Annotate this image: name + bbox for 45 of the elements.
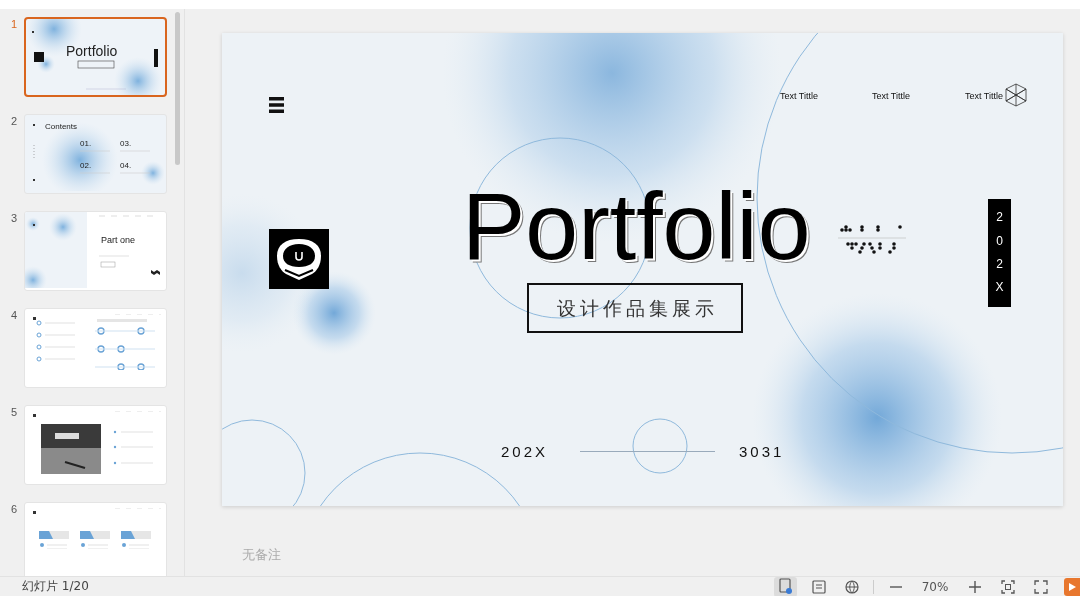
play-button[interactable] — [1064, 577, 1080, 596]
thumbnail-heading: Contents — [45, 123, 78, 131]
nav-text: Text Tittle — [965, 92, 1003, 101]
slide-thumbnail[interactable]: Portfolio — [24, 17, 167, 97]
slide-subtitle: 设计作品集展示 — [527, 283, 743, 333]
geometric-logo-icon — [1005, 83, 1027, 107]
slide-counter: 幻灯片 1/20 — [22, 578, 89, 595]
thumbnail-title: Portfolio — [66, 44, 118, 58]
thumbnail-number: 02. — [80, 162, 92, 170]
slide-thumbnail[interactable] — [24, 502, 167, 576]
slide-number: 5 — [10, 405, 19, 419]
play-icon — [1068, 582, 1076, 591]
slide-number: 6 — [10, 502, 19, 516]
menu-icon — [269, 97, 284, 113]
nav-text: Text Tittle — [872, 92, 910, 101]
zoom-out-icon — [888, 585, 903, 588]
footer-text: 3031 — [739, 444, 785, 459]
zoom-level: 70% — [920, 579, 950, 594]
logo-icon — [269, 229, 329, 289]
fullscreen-icon — [1033, 579, 1048, 594]
slide-thumbnail[interactable]: Part one — [24, 211, 167, 291]
thumbnail-number: 04. — [120, 162, 132, 170]
braille-dots-drawing — [838, 222, 906, 257]
slide-number: 3 — [10, 211, 19, 225]
slide-thumbnail[interactable] — [24, 405, 167, 485]
thumbnail-number: 03. — [120, 140, 132, 148]
thumbnail-number: 01. — [80, 140, 92, 148]
scrollbar-thumb[interactable] — [175, 12, 180, 165]
slide-number: 2 — [10, 114, 19, 128]
fit-icon — [1000, 579, 1015, 594]
slide-number: 1 — [10, 17, 19, 31]
reading-view-icon — [811, 579, 826, 594]
slide-canvas[interactable]: Text Tittle Text Tittle Text Tittle Portfolio 设计作品集展示 202X 202X 3031 — [222, 33, 1063, 506]
nav-text: Text Tittle — [780, 92, 818, 101]
normal-view-icon-button[interactable] — [774, 577, 797, 596]
footer-text: 202X — [501, 444, 549, 459]
zoom-in-icon — [967, 579, 982, 594]
year-badge: 202X — [988, 199, 1011, 307]
slide-thumbnail[interactable]: Contents 01. 03. 02. 04. — [24, 114, 167, 194]
thumbnail-title: Part one — [101, 236, 136, 245]
normal-view-icon — [778, 578, 793, 595]
slide-title: Portfolio — [462, 179, 811, 274]
slide-number: 4 — [10, 308, 19, 322]
globe-icon — [844, 579, 859, 594]
slide-thumbnail[interactable] — [24, 308, 167, 388]
